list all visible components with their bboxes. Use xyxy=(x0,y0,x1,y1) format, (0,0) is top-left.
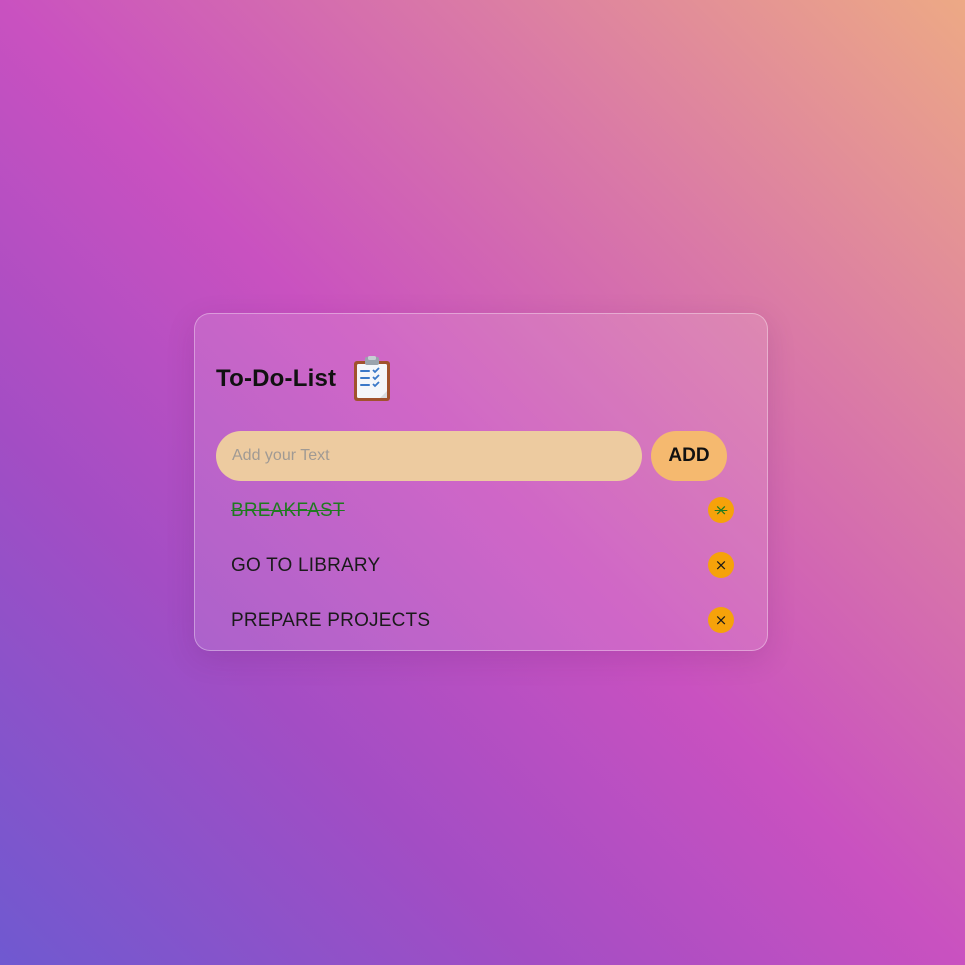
todo-item-breakfast[interactable]: BREAKFAST × xyxy=(195,484,767,539)
todo-list: BREAKFAST × GO TO LIBRARY × PREPARE PROJ… xyxy=(195,484,767,649)
add-button[interactable]: ADD xyxy=(651,431,727,481)
todo-item-label[interactable]: GO TO LIBRARY xyxy=(231,555,380,577)
todo-input[interactable] xyxy=(216,431,642,481)
delete-button-prepare-projects[interactable]: × xyxy=(708,607,734,633)
header: To-Do-List xyxy=(216,356,392,402)
todo-item-label[interactable]: BREAKFAST xyxy=(231,500,345,522)
delete-button-breakfast[interactable]: × xyxy=(708,497,734,523)
delete-button-go-to-library[interactable]: × xyxy=(708,552,734,578)
todo-card: To-Do-List ADD BREAKFAST × xyxy=(194,313,768,651)
todo-item-go-to-library[interactable]: GO TO LIBRARY × xyxy=(195,539,767,594)
page-title: To-Do-List xyxy=(216,365,337,392)
input-row: ADD xyxy=(216,431,727,481)
todo-item-prepare-projects[interactable]: PREPARE PROJECTS × xyxy=(195,594,767,649)
todo-item-label[interactable]: PREPARE PROJECTS xyxy=(231,610,430,632)
clipboard-icon xyxy=(352,356,392,402)
